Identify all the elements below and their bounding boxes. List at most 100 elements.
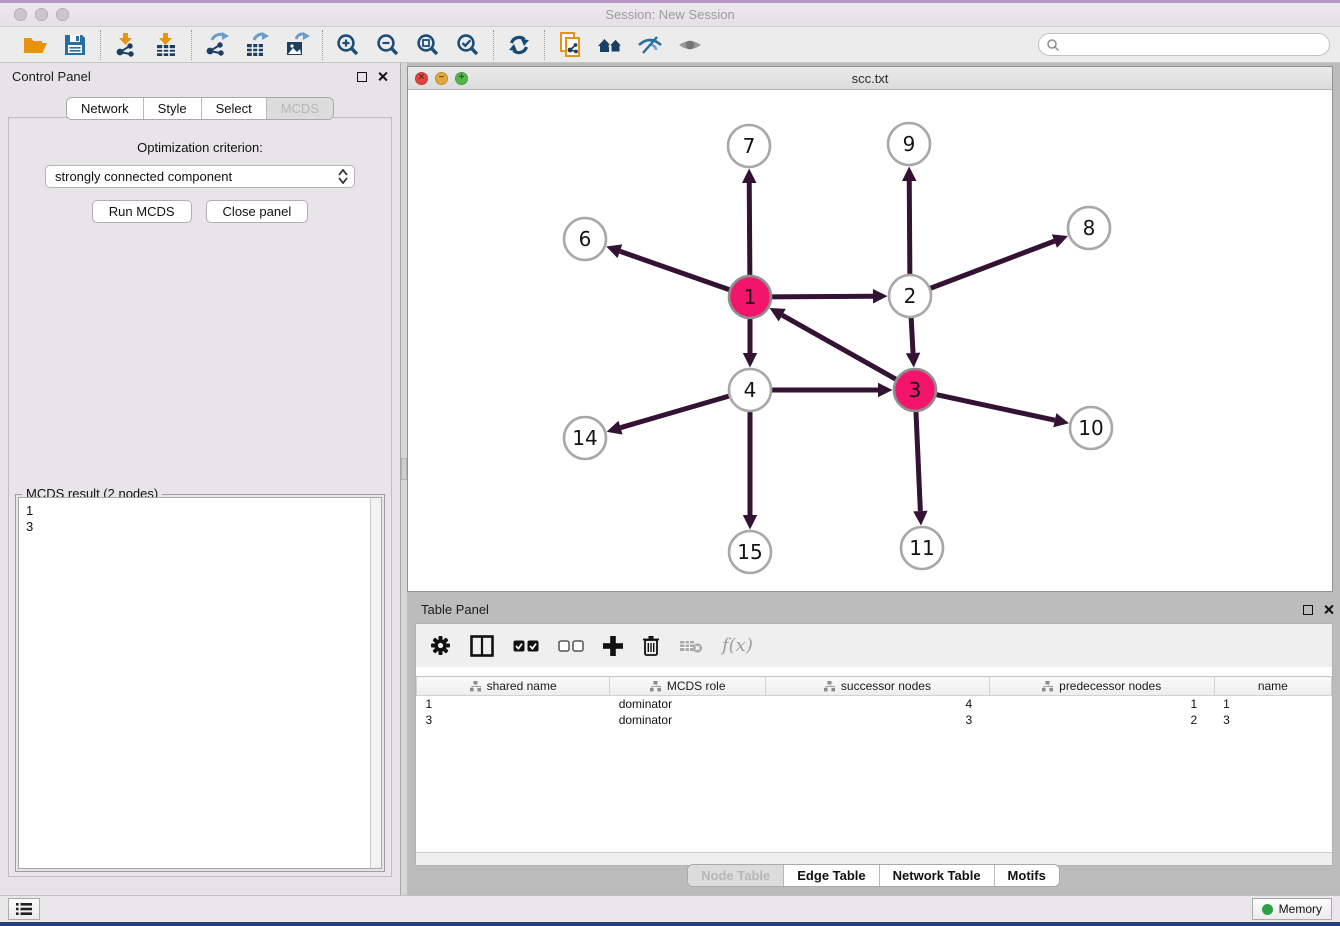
main-titlebar[interactable]: Session: New Session	[0, 3, 1340, 27]
search-field[interactable]	[1038, 33, 1330, 56]
import-network-icon[interactable]	[113, 32, 139, 58]
edge-3-10[interactable]	[933, 394, 1055, 420]
zoom-selected-icon[interactable]	[455, 32, 481, 58]
delete-table-icon[interactable]	[679, 638, 703, 654]
node-table-container: f(x) shared name MCDS role	[415, 623, 1333, 866]
column-header-mcds-role[interactable]: MCDS role	[610, 677, 766, 696]
node-label-11: 11	[909, 536, 934, 560]
task-history-button[interactable]	[8, 898, 40, 920]
network-window-title: scc.txt	[408, 71, 1332, 86]
result-scrollbar[interactable]	[370, 498, 381, 868]
tab-style[interactable]: Style	[144, 98, 202, 119]
tab-network-table[interactable]: Network Table	[880, 865, 995, 886]
memory-status-icon	[1262, 904, 1273, 915]
function-builder-icon: f(x)	[722, 635, 753, 656]
export-table-icon[interactable]	[244, 32, 270, 58]
zoom-out-icon[interactable]	[375, 32, 401, 58]
run-mcds-button[interactable]: Run MCDS	[92, 200, 192, 223]
edge-1-6[interactable]	[620, 251, 733, 291]
node-table: shared name MCDS role successor nodes pr…	[416, 676, 1332, 728]
cell-successor-nodes[interactable]: 4	[766, 696, 990, 712]
show-columns-icon[interactable]	[470, 635, 494, 657]
node-label-3: 3	[909, 378, 922, 402]
cell-predecessor-nodes[interactable]: 2	[989, 712, 1214, 728]
tab-node-table[interactable]: Node Table	[688, 865, 784, 886]
status-bar: Memory	[0, 895, 1340, 922]
column-header-successor-nodes[interactable]: successor nodes	[766, 677, 990, 696]
table-empty-area	[416, 728, 1332, 853]
save-session-icon[interactable]	[62, 32, 88, 58]
tab-mcds[interactable]: MCDS	[267, 98, 333, 119]
close-panel-icon[interactable]	[377, 71, 388, 82]
table-settings-gear-icon[interactable]	[430, 635, 451, 656]
cell-mcds-role[interactable]: dominator	[610, 696, 766, 712]
zoom-fit-icon[interactable]	[415, 32, 441, 58]
edge-3-1[interactable]	[782, 315, 899, 381]
table-tabset: Node Table Edge Table Network Table Moti…	[687, 864, 1060, 887]
duplicate-network-icon[interactable]	[557, 32, 583, 58]
edge-2-9[interactable]	[909, 181, 910, 278]
home-icon[interactable]	[597, 32, 623, 58]
edge-4-14[interactable]	[621, 395, 733, 428]
edge-1-7[interactable]	[749, 183, 750, 279]
node-label-14: 14	[572, 426, 597, 450]
network-canvas[interactable]: 1234678910111415	[408, 90, 1332, 591]
table-row[interactable]: 1 dominator 4 1 1	[417, 696, 1332, 712]
result-line: 1	[26, 503, 363, 519]
select-all-columns-icon[interactable]	[513, 640, 539, 652]
tab-network[interactable]: Network	[67, 98, 144, 119]
cell-name[interactable]: 3	[1214, 712, 1331, 728]
float-table-panel-icon[interactable]	[1303, 605, 1313, 615]
zoom-in-icon[interactable]	[335, 32, 361, 58]
cell-name[interactable]: 1	[1214, 696, 1331, 712]
node-label-2: 2	[904, 284, 917, 308]
float-panel-icon[interactable]	[357, 72, 367, 82]
edge-3-11[interactable]	[916, 408, 921, 511]
node-label-8: 8	[1083, 216, 1096, 240]
export-image-icon[interactable]	[284, 32, 310, 58]
column-header-name[interactable]: name	[1214, 677, 1331, 696]
control-panel: Control Panel Network Style Select MCDS …	[0, 63, 400, 895]
panel-splitter[interactable]	[400, 63, 407, 895]
delete-column-icon[interactable]	[642, 635, 660, 656]
table-row[interactable]: 3 dominator 3 2 3	[417, 712, 1332, 728]
search-icon	[1046, 38, 1060, 52]
cell-shared-name[interactable]: 3	[417, 712, 610, 728]
criterion-dropdown[interactable]: strongly connected component	[45, 165, 355, 188]
hide-graphics-details-icon[interactable]	[637, 32, 663, 58]
export-network-icon[interactable]	[204, 32, 230, 58]
cell-shared-name[interactable]: 1	[417, 696, 610, 712]
session-title: Session: New Session	[0, 7, 1340, 22]
column-header-shared-name[interactable]: shared name	[417, 677, 610, 696]
refresh-icon[interactable]	[506, 32, 532, 58]
edge-2-8[interactable]	[927, 241, 1055, 289]
import-table-icon[interactable]	[153, 32, 179, 58]
application-window: Session: New Session	[0, 0, 1340, 926]
open-session-icon[interactable]	[22, 32, 48, 58]
control-panel-tabset: Network Style Select MCDS	[66, 97, 334, 120]
table-toolbar: f(x)	[416, 624, 1332, 667]
close-panel-button[interactable]: Close panel	[206, 200, 309, 223]
show-graphics-details-icon[interactable]	[677, 32, 703, 58]
mcds-result-groupbox: MCDS result (2 nodes) 1 3	[15, 494, 385, 872]
tab-edge-table[interactable]: Edge Table	[784, 865, 879, 886]
mcds-result-text[interactable]: 1 3	[19, 498, 370, 868]
cell-successor-nodes[interactable]: 3	[766, 712, 990, 728]
tab-motifs[interactable]: Motifs	[995, 865, 1059, 886]
search-input[interactable]	[1060, 34, 1329, 55]
memory-label: Memory	[1279, 902, 1322, 916]
cell-predecessor-nodes[interactable]: 1	[989, 696, 1214, 712]
close-table-panel-icon[interactable]	[1323, 604, 1334, 615]
create-column-icon[interactable]	[603, 636, 623, 656]
column-header-predecessor-nodes[interactable]: predecessor nodes	[989, 677, 1214, 696]
network-window-titlebar[interactable]: scc.txt × − +	[408, 67, 1332, 90]
deselect-all-columns-icon[interactable]	[558, 640, 584, 652]
cell-mcds-role[interactable]: dominator	[610, 712, 766, 728]
list-icon	[15, 902, 33, 916]
network-canvas-svg: 1234678910111415	[408, 90, 1332, 591]
network-view-window: scc.txt × − + 1234678910111415	[407, 66, 1333, 592]
tab-select[interactable]: Select	[202, 98, 267, 119]
memory-button[interactable]: Memory	[1252, 898, 1332, 920]
edge-2-3[interactable]	[911, 314, 913, 353]
edge-1-2[interactable]	[768, 296, 873, 297]
